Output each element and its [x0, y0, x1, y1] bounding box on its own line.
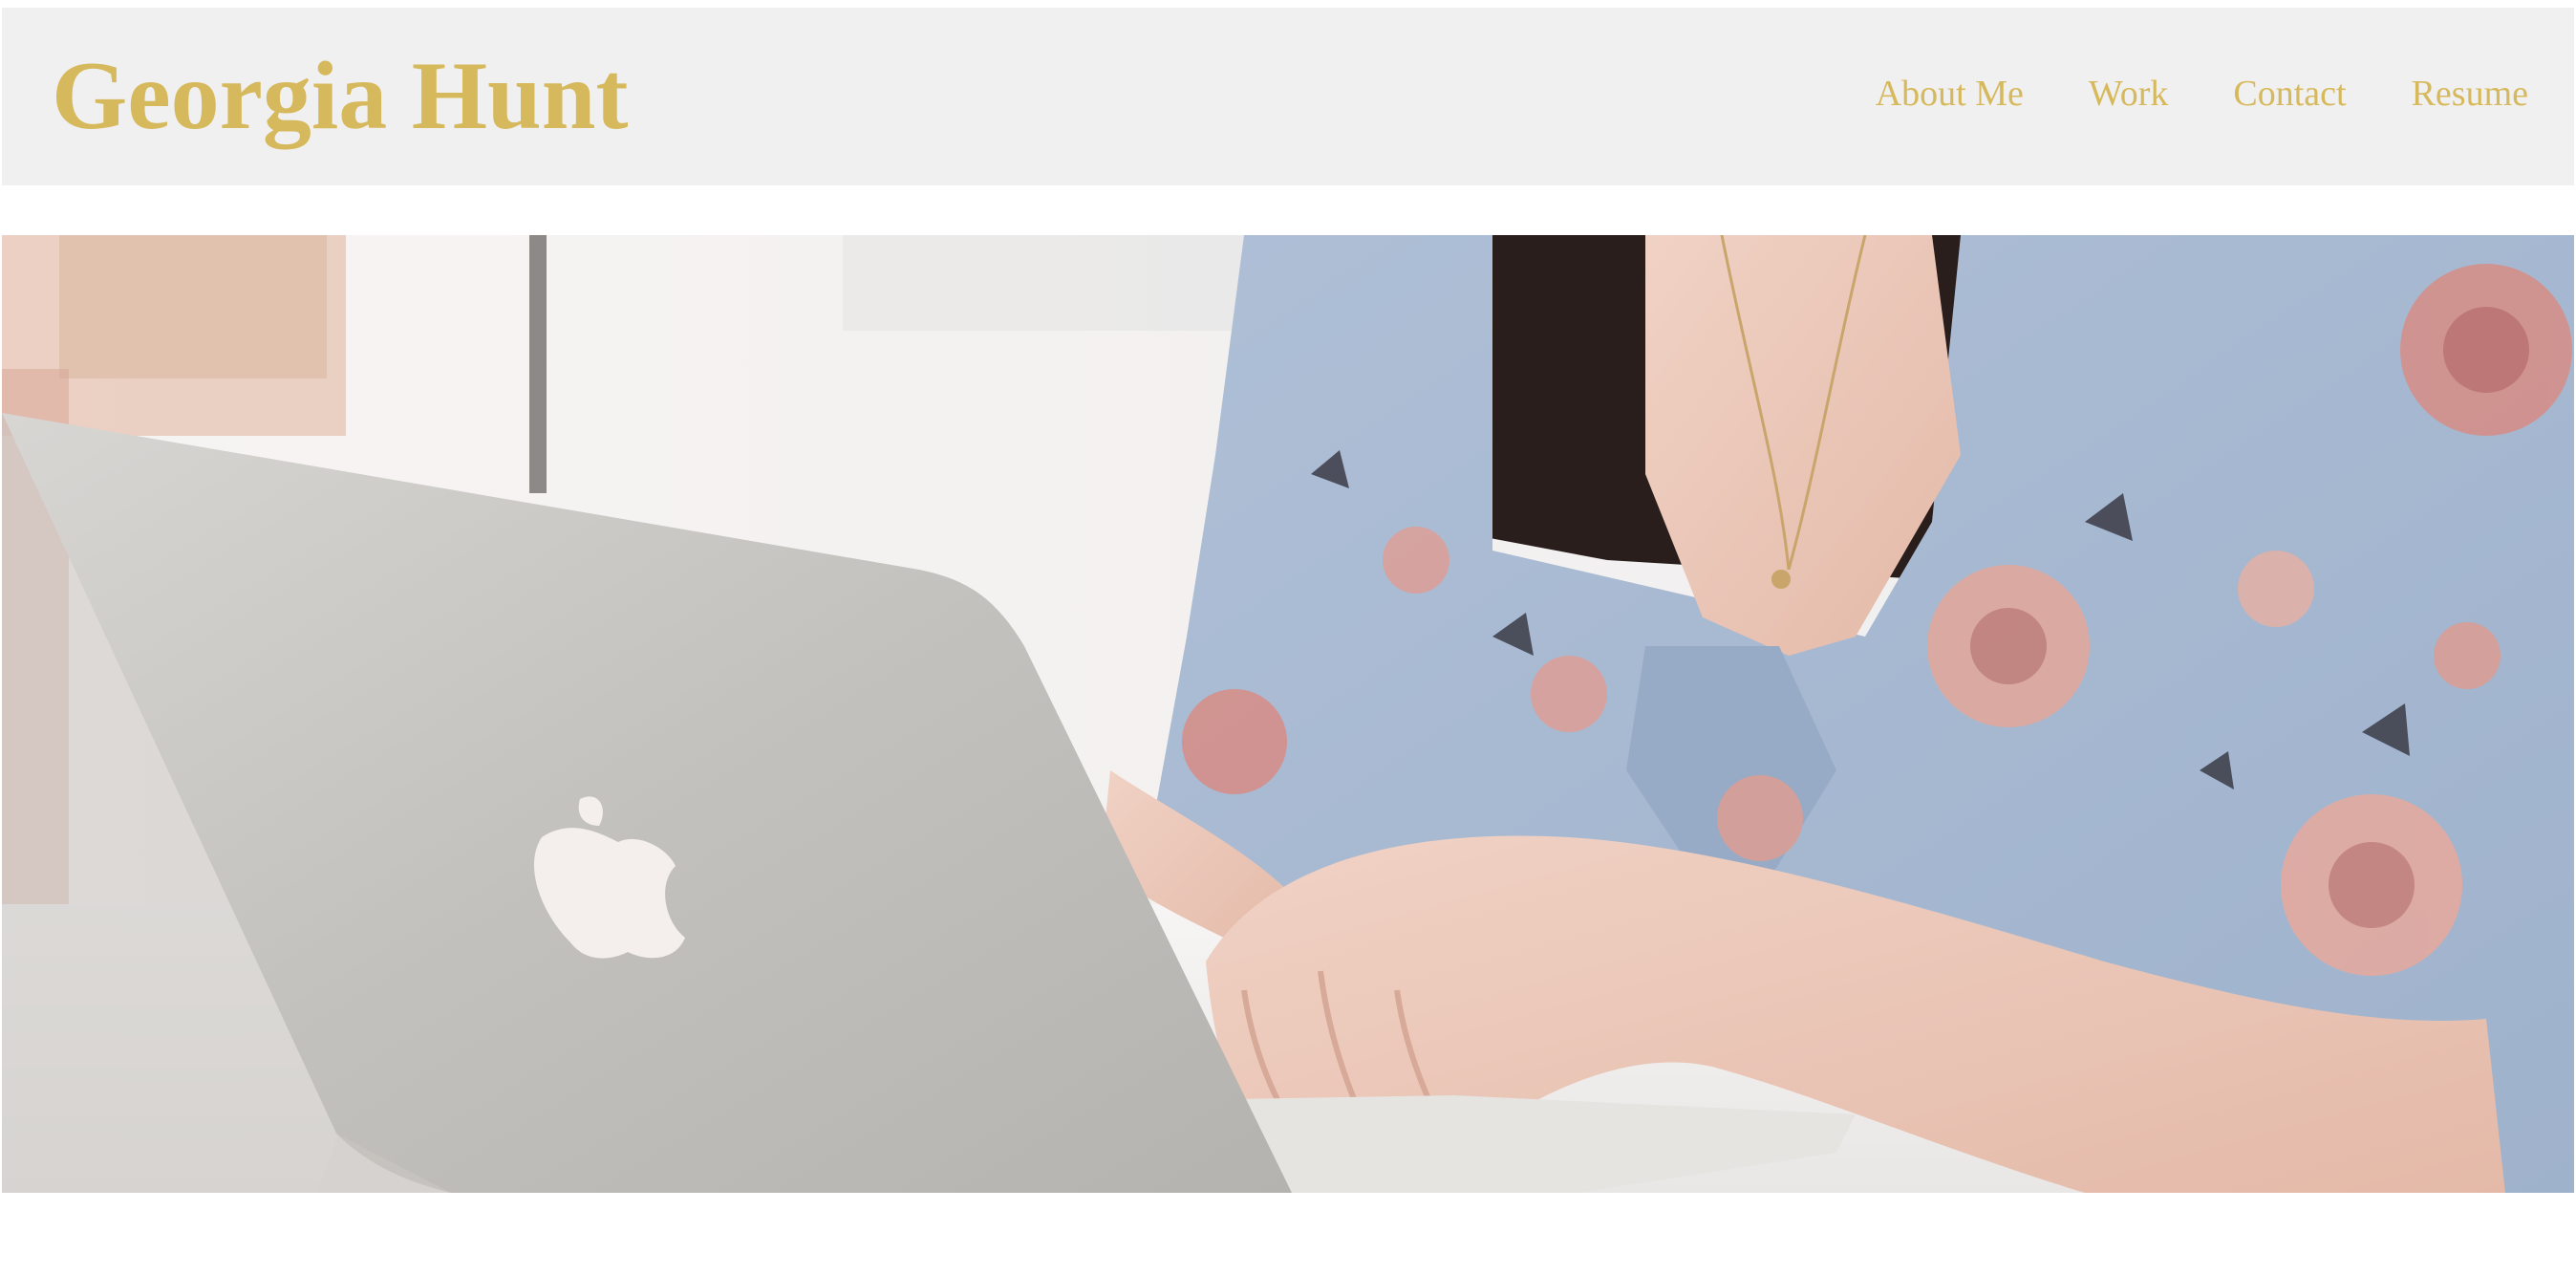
hero-photo: [2, 235, 2574, 1193]
site-header: Georgia Hunt About Me Work Contact Resum…: [2, 8, 2574, 185]
nav-link-resume[interactable]: Resume: [2412, 71, 2528, 117]
main-nav: About Me Work Contact Resume: [1811, 71, 2528, 117]
hero-image: [2, 235, 2574, 1193]
nav-link-contact[interactable]: Contact: [2233, 71, 2346, 117]
nav-link-work[interactable]: Work: [2089, 71, 2168, 117]
nav-link-about-me[interactable]: About Me: [1876, 71, 2024, 117]
site-title[interactable]: Georgia Hunt: [52, 40, 628, 153]
